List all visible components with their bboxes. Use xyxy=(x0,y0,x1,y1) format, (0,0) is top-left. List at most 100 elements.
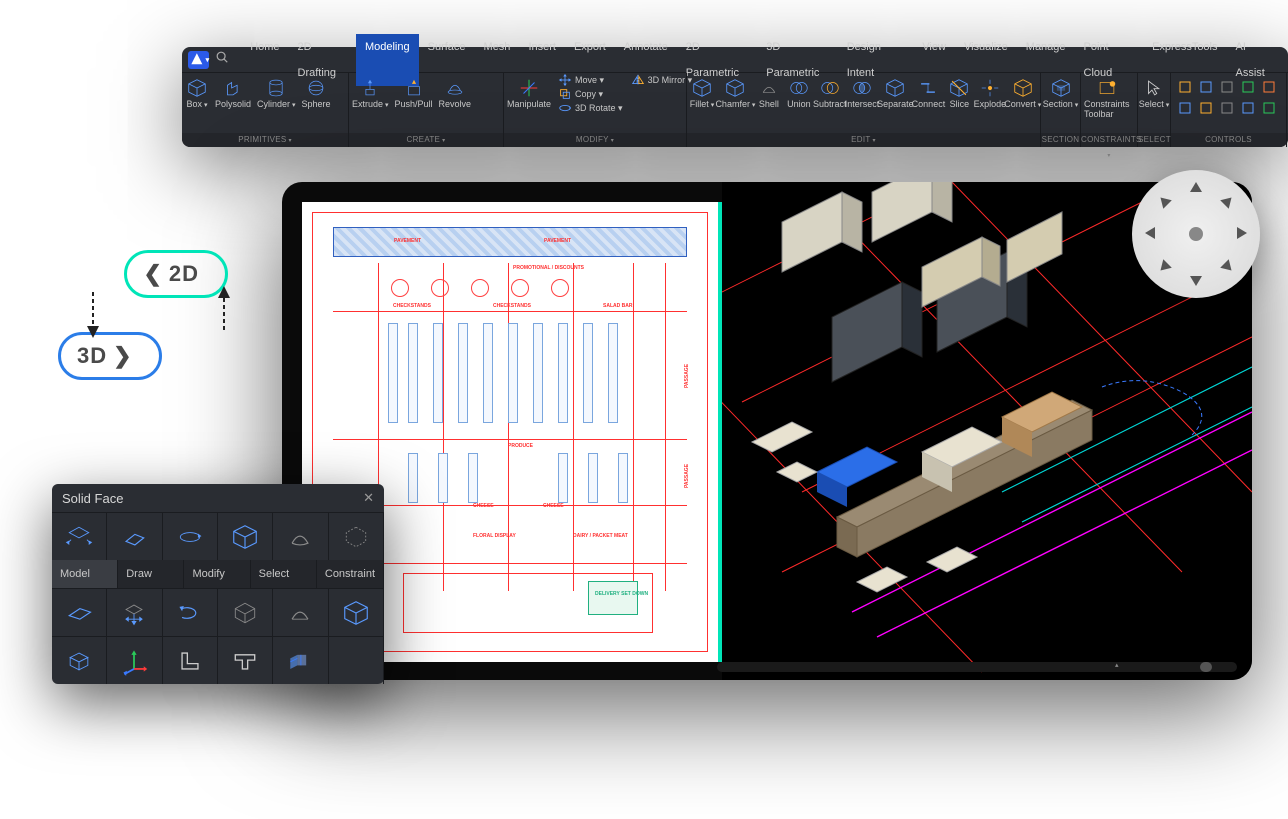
badge-3d: 3D xyxy=(58,332,162,380)
wall-3d-tool[interactable] xyxy=(273,636,328,684)
convert-button[interactable]: Convert xyxy=(1005,73,1040,133)
cube-tool[interactable] xyxy=(218,512,273,560)
control-icon-5[interactable] xyxy=(1177,100,1195,118)
toolbar-group-section: ">Section xyxy=(1041,73,1081,133)
manipulate-button[interactable]: Manipulate xyxy=(504,73,554,133)
sphere-button[interactable]: Sphere xyxy=(299,73,334,133)
3d-rotate-button[interactable]: 3D Rotate ▾ xyxy=(554,101,627,115)
control-icon-3[interactable] xyxy=(1240,79,1258,97)
control-icon-4[interactable] xyxy=(1261,79,1279,97)
group-label-section: SECTION xyxy=(1041,133,1081,147)
group-label-constraints[interactable]: CONSTRAINTS xyxy=(1081,133,1138,147)
compass-arrow-n[interactable] xyxy=(1190,182,1202,192)
revolve-button[interactable]: Revolve xyxy=(436,73,475,133)
compass-center-icon xyxy=(1189,227,1203,241)
toolbar-group-modify: ManipulateMove ▾Copy ▾3D Rotate ▾3D Mirr… xyxy=(504,73,687,133)
control-icon-6[interactable] xyxy=(1198,100,1216,118)
toolbar-group-primitives: BoxPolysolidCylinderSphere xyxy=(182,73,349,133)
arrow-down-icon xyxy=(83,290,103,345)
toolbar-group-select: Select xyxy=(1138,73,1171,133)
search-icon[interactable] xyxy=(215,50,229,69)
select-button[interactable]: Select xyxy=(1138,73,1170,133)
fp-label-pavement2: PAVEMENT xyxy=(544,238,571,244)
cube-wire-tool[interactable] xyxy=(218,588,273,636)
empty-cell xyxy=(329,636,384,684)
polysolid-button[interactable]: Polysolid xyxy=(212,73,254,133)
app-icon[interactable]: ▾ xyxy=(188,51,209,69)
toolbar-group-constraints: ConstraintsToolbar xyxy=(1081,73,1138,133)
compass-arrow-e[interactable] xyxy=(1237,227,1247,239)
compass-arrow-ne[interactable] xyxy=(1220,193,1236,209)
panel-tab-model[interactable]: Model xyxy=(52,560,118,588)
panel-tab-modify[interactable]: Modify xyxy=(184,560,250,588)
box-button[interactable]: Box xyxy=(182,73,212,133)
group-label-primitives[interactable]: PRIMITIVES xyxy=(182,133,349,147)
slice-button[interactable]: ">Slice xyxy=(944,73,974,133)
group-label-create[interactable]: CREATE xyxy=(349,133,504,147)
shell-button[interactable]: Shell xyxy=(754,73,784,133)
panel-row-2 xyxy=(52,588,384,636)
move-face-tool[interactable] xyxy=(52,512,107,560)
section-button[interactable]: ">Section xyxy=(1041,73,1080,133)
compass-arrow-sw[interactable] xyxy=(1156,259,1172,275)
panel-title: Solid Face xyxy=(62,491,123,506)
compass-arrow-se[interactable] xyxy=(1220,259,1236,275)
navigation-compass[interactable] xyxy=(1132,170,1260,298)
control-icon-8[interactable] xyxy=(1240,100,1258,118)
t-shape-tool[interactable] xyxy=(218,636,273,684)
move-button[interactable]: Move ▾ xyxy=(554,73,627,87)
solid-face-panel: Solid Face ✕ ModelDrawModifySelectConstr… xyxy=(52,484,384,684)
cylinder-button[interactable]: Cylinder xyxy=(254,73,298,133)
toolbar-row: BoxPolysolidCylinderSphereExtrudePush/Pu… xyxy=(182,73,1288,133)
intersect-button[interactable]: Intersect xyxy=(846,73,879,133)
panel-tab-constraint[interactable]: Constraint xyxy=(317,560,384,588)
toolbar-group-controls xyxy=(1171,73,1287,133)
fillet-button[interactable]: Fillet xyxy=(687,73,717,133)
iso-cube-tool[interactable] xyxy=(52,636,107,684)
separate-button[interactable]: Separate xyxy=(878,73,912,133)
explode-button[interactable]: Explode xyxy=(974,73,1005,133)
main-viewport: PAVEMENT PAVEMENT PROMOTIONAL / DISCOUNT… xyxy=(282,182,1252,680)
cube-blue-tool[interactable] xyxy=(329,588,384,636)
dimension-badges: 2D 3D xyxy=(58,250,228,380)
plane-alt-tool[interactable] xyxy=(52,588,107,636)
panel-tab-draw[interactable]: Draw xyxy=(118,560,184,588)
compass-arrow-nw[interactable] xyxy=(1156,193,1172,209)
copy-button[interactable]: Copy ▾ xyxy=(554,87,627,101)
axis-move-tool[interactable] xyxy=(107,588,162,636)
curved-face-tool[interactable] xyxy=(273,512,328,560)
extrude-button[interactable]: Extrude xyxy=(349,73,392,133)
scrollbar-thumb[interactable] xyxy=(1200,662,1212,672)
horizontal-scrollbar[interactable] xyxy=(717,662,1237,672)
subtract-button[interactable]: Subtract xyxy=(814,73,846,133)
pavement-band: PAVEMENT PAVEMENT xyxy=(333,227,687,257)
group-label-controls: CONTROLS xyxy=(1171,133,1287,147)
compass-arrow-s[interactable] xyxy=(1190,276,1202,286)
compass-arrow-w[interactable] xyxy=(1145,227,1155,239)
panel-tab-select[interactable]: Select xyxy=(251,560,317,588)
ribbon-bar: ▾ Home2D DraftingModelingSurfaceMeshInse… xyxy=(182,47,1288,147)
rotate-face-tool[interactable] xyxy=(163,512,218,560)
rotate-alt-tool[interactable] xyxy=(163,588,218,636)
control-icon-1[interactable] xyxy=(1198,79,1216,97)
control-icon-7[interactable] xyxy=(1219,100,1237,118)
xyz-axis-tool[interactable] xyxy=(107,636,162,684)
l-shape-tool[interactable] xyxy=(163,636,218,684)
group-label-edit[interactable]: EDIT xyxy=(687,133,1041,147)
close-icon[interactable]: ✕ xyxy=(363,490,374,506)
badge-2d: 2D xyxy=(124,250,228,298)
control-icon-2[interactable] xyxy=(1219,79,1237,97)
control-icon-9[interactable] xyxy=(1261,100,1279,118)
constraints-toolbar-button[interactable]: ConstraintsToolbar xyxy=(1081,73,1133,133)
connect-button[interactable]: Connect xyxy=(913,73,945,133)
push-pull-button[interactable]: Push/Pull xyxy=(392,73,436,133)
plane-tool[interactable] xyxy=(107,512,162,560)
menu-row: ▾ Home2D DraftingModelingSurfaceMeshInse… xyxy=(182,47,1288,73)
group-label-modify[interactable]: MODIFY xyxy=(504,133,687,147)
shell-tool[interactable] xyxy=(273,588,328,636)
control-icon-0[interactable] xyxy=(1177,79,1195,97)
hidden-cube-tool[interactable] xyxy=(329,512,384,560)
chamfer-button[interactable]: Chamfer xyxy=(717,73,754,133)
union-button[interactable]: Union xyxy=(784,73,814,133)
3d-mirror-button[interactable]: 3D Mirror ▾ xyxy=(627,73,697,87)
